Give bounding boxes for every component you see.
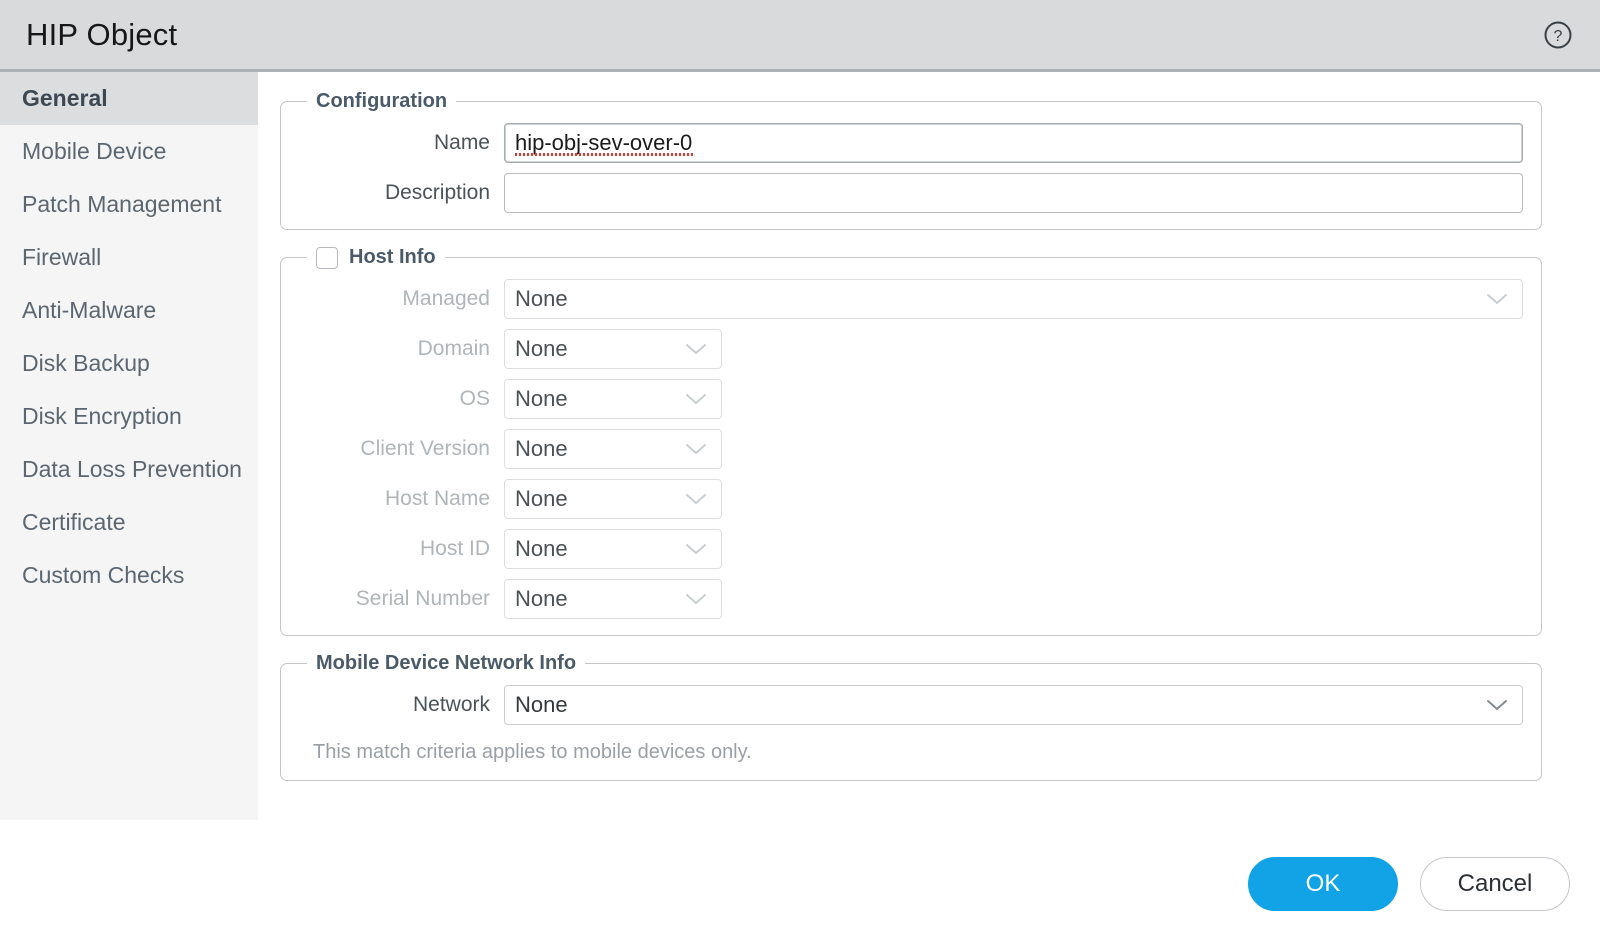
description-label: Description	[299, 181, 504, 205]
sidebar-item-data-loss-prevention[interactable]: Data Loss Prevention	[0, 443, 258, 496]
domain-row: Domain None	[299, 329, 1523, 369]
domain-select[interactable]: None	[504, 329, 722, 369]
managed-select[interactable]: None	[504, 279, 1523, 319]
host-name-select[interactable]: None	[504, 479, 722, 519]
dialog-titlebar: HIP Object ?	[0, 0, 1600, 72]
chevron-down-icon	[669, 430, 721, 468]
sidebar-item-patch-management[interactable]: Patch Management	[0, 178, 258, 231]
sidebar-item-label: Mobile Device	[22, 138, 166, 165]
sidebar-item-disk-encryption[interactable]: Disk Encryption	[0, 390, 258, 443]
name-input[interactable]	[504, 123, 1523, 163]
host-id-row: Host ID None	[299, 529, 1523, 569]
general-panel: Configuration Name Description	[258, 72, 1600, 943]
host-id-label: Host ID	[299, 537, 504, 561]
name-label: Name	[299, 131, 504, 155]
host-name-row: Host Name None	[299, 479, 1523, 519]
page-title: HIP Object	[26, 17, 177, 53]
client-version-select[interactable]: None	[504, 429, 722, 469]
host-info-checkbox[interactable]	[316, 247, 338, 269]
sidebar-item-firewall[interactable]: Firewall	[0, 231, 258, 284]
sidebar-item-label: Custom Checks	[22, 562, 184, 589]
managed-label: Managed	[299, 287, 504, 311]
managed-row: Managed None	[299, 279, 1523, 319]
help-circle-icon[interactable]: ?	[1542, 19, 1574, 51]
name-row: Name	[299, 123, 1523, 163]
sidebar-item-label: Anti-Malware	[22, 297, 156, 324]
chevron-down-icon	[1470, 686, 1522, 724]
host-info-group: Host Info Managed None Domain None	[280, 246, 1542, 636]
os-value: None	[505, 386, 669, 412]
dialog-body: General Mobile Device Patch Management F…	[0, 72, 1600, 943]
sidebar-item-disk-backup[interactable]: Disk Backup	[0, 337, 258, 390]
domain-label: Domain	[299, 337, 504, 361]
network-select[interactable]: None	[504, 685, 1523, 725]
chevron-down-icon	[1470, 280, 1522, 318]
host-info-legend-label: Host Info	[349, 246, 436, 269]
sidebar-item-label: Certificate	[22, 509, 126, 536]
hip-object-dialog: HIP Object ? General Mobile Device Patch…	[0, 0, 1600, 943]
chevron-down-icon	[669, 330, 721, 368]
sidebar-item-label: Disk Encryption	[22, 403, 182, 430]
chevron-down-icon	[669, 380, 721, 418]
description-input[interactable]	[504, 173, 1523, 213]
host-id-value: None	[505, 536, 669, 562]
chevron-down-icon	[669, 480, 721, 518]
configuration-legend-label: Configuration	[316, 90, 447, 113]
os-label: OS	[299, 387, 504, 411]
configuration-legend: Configuration	[307, 90, 456, 113]
os-select[interactable]: None	[504, 379, 722, 419]
chevron-down-icon	[669, 530, 721, 568]
sidebar-item-label: General	[22, 85, 108, 112]
ok-button[interactable]: OK	[1248, 857, 1398, 911]
svg-text:?: ?	[1554, 28, 1563, 45]
mobile-network-legend: Mobile Device Network Info	[307, 652, 585, 675]
client-version-label: Client Version	[299, 437, 504, 461]
sidebar-item-mobile-device[interactable]: Mobile Device	[0, 125, 258, 178]
host-name-value: None	[505, 486, 669, 512]
os-row: OS None	[299, 379, 1523, 419]
cancel-button[interactable]: Cancel	[1420, 857, 1570, 911]
configuration-group: Configuration Name Description	[280, 90, 1542, 230]
serial-number-row: Serial Number None	[299, 579, 1523, 619]
host-info-legend: Host Info	[307, 246, 445, 269]
host-id-select[interactable]: None	[504, 529, 722, 569]
serial-number-select[interactable]: None	[504, 579, 722, 619]
dialog-footer: OK Cancel	[0, 825, 1600, 943]
sidebar-item-custom-checks[interactable]: Custom Checks	[0, 549, 258, 602]
mobile-device-network-info-group: Mobile Device Network Info Network None …	[280, 652, 1542, 781]
sidebar-item-anti-malware[interactable]: Anti-Malware	[0, 284, 258, 337]
description-row: Description	[299, 173, 1523, 213]
sidebar-item-label: Data Loss Prevention	[22, 456, 242, 483]
network-row: Network None	[299, 685, 1523, 725]
sidebar-item-label: Firewall	[22, 244, 101, 271]
sidebar-item-certificate[interactable]: Certificate	[0, 496, 258, 549]
mobile-network-legend-label: Mobile Device Network Info	[316, 652, 576, 675]
chevron-down-icon	[669, 580, 721, 618]
domain-value: None	[505, 336, 669, 362]
client-version-row: Client Version None	[299, 429, 1523, 469]
name-field-wrapper	[504, 123, 1523, 163]
sidebar-item-general[interactable]: General	[0, 72, 258, 125]
sidebar-nav: General Mobile Device Patch Management F…	[0, 72, 258, 820]
host-name-label: Host Name	[299, 487, 504, 511]
sidebar-item-label: Patch Management	[22, 191, 221, 218]
mobile-network-note: This match criteria applies to mobile de…	[299, 735, 1523, 764]
sidebar-item-label: Disk Backup	[22, 350, 150, 377]
serial-number-label: Serial Number	[299, 587, 504, 611]
serial-number-value: None	[505, 586, 669, 612]
client-version-value: None	[505, 436, 669, 462]
network-value: None	[505, 692, 1470, 718]
network-label: Network	[299, 693, 504, 717]
managed-value: None	[505, 286, 1470, 312]
